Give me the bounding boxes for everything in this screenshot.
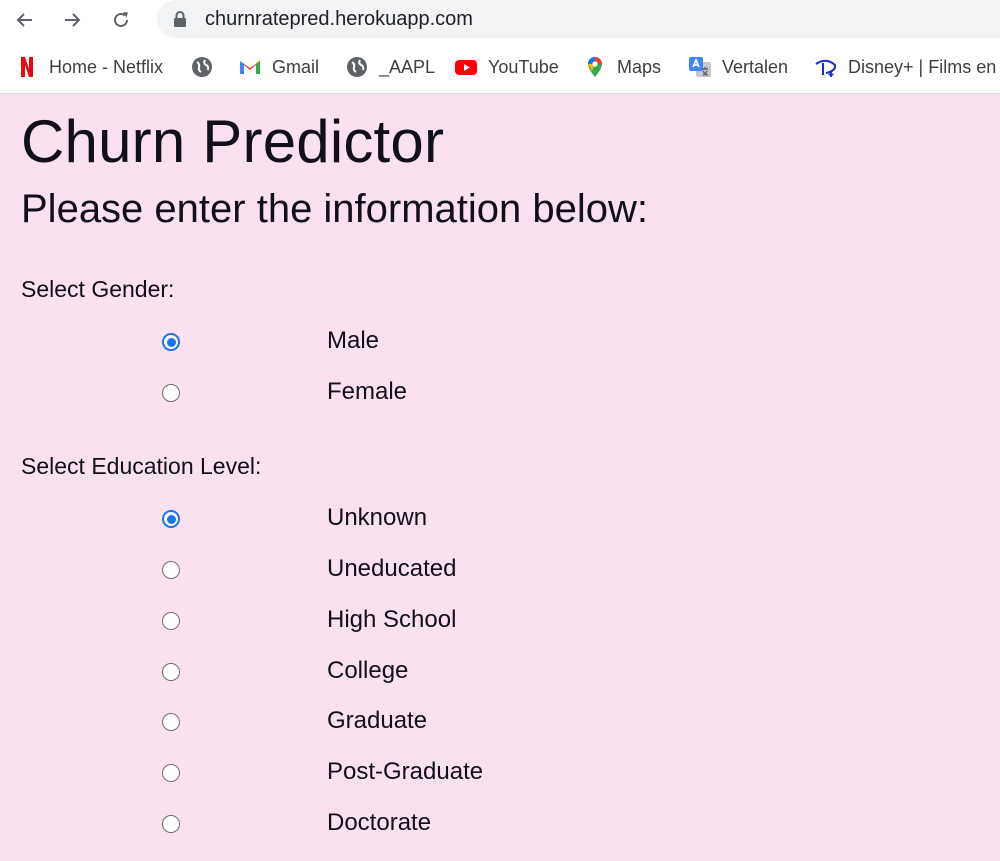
education-option-post-graduate[interactable]: Post-Graduate bbox=[0, 752, 700, 792]
arrow-left-icon bbox=[16, 13, 32, 27]
education-option-label: Graduate bbox=[327, 707, 428, 734]
education-radio-doctorate[interactable] bbox=[162, 815, 180, 833]
page-title-text: Churn Predictor bbox=[21, 108, 445, 175]
education-radio-graduate[interactable] bbox=[162, 713, 180, 731]
education-option-unknown[interactable]: Unknown bbox=[0, 498, 700, 538]
gender-option-male[interactable]: Male bbox=[0, 321, 700, 361]
bookmark-maps[interactable]: Maps bbox=[583, 54, 661, 80]
bookmark-netflix[interactable]: Home - Netflix bbox=[15, 54, 163, 80]
bookmark-globe[interactable] bbox=[190, 54, 224, 80]
gender-option-female[interactable]: Female bbox=[0, 372, 700, 412]
bookmark-aapl[interactable]: _AAPL bbox=[345, 54, 435, 80]
bookmark-label: Home - Netflix bbox=[49, 56, 164, 77]
education-option-college[interactable]: College bbox=[0, 651, 700, 691]
education-option-high-school[interactable]: High School bbox=[0, 600, 700, 640]
bookmark-disney-plus[interactable]: Disney+ | Films en bbox=[814, 54, 996, 80]
gmail-icon bbox=[238, 55, 262, 79]
bookmark-vertalen[interactable]: Vertalen bbox=[688, 54, 788, 80]
arrow-right-icon bbox=[65, 13, 81, 27]
education-radio-college[interactable] bbox=[162, 663, 180, 681]
netflix-icon bbox=[15, 55, 39, 79]
education-radio-unknown[interactable] bbox=[162, 510, 180, 528]
education-option-label: High School bbox=[327, 606, 457, 633]
education-option-label: College bbox=[327, 657, 409, 684]
disney-plus-icon bbox=[814, 55, 838, 79]
globe-icon bbox=[190, 55, 214, 79]
gender-option-label: Female bbox=[327, 378, 408, 405]
bookmark-label: YouTube bbox=[488, 56, 559, 77]
lock-icon bbox=[174, 11, 186, 27]
bookmark-gmail[interactable]: Gmail bbox=[238, 54, 319, 80]
education-option-label: Doctorate bbox=[327, 809, 432, 836]
reload-button[interactable] bbox=[105, 4, 137, 36]
education-option-uneducated[interactable]: Uneducated bbox=[0, 549, 700, 589]
youtube-icon bbox=[454, 55, 478, 79]
bookmark-label: Maps bbox=[617, 56, 662, 77]
education-radio-post-graduate[interactable] bbox=[162, 764, 180, 782]
gender-radio-male[interactable] bbox=[162, 333, 180, 351]
education-radio-high-school[interactable] bbox=[162, 612, 180, 630]
gender-option-label: Male bbox=[327, 327, 380, 354]
bookmark-label: _AAPL bbox=[379, 56, 436, 77]
gender-label: Select Gender: bbox=[21, 276, 175, 302]
globe-icon bbox=[345, 55, 369, 79]
url-text: churnratepred.herokuapp.com bbox=[205, 8, 473, 30]
translate-icon bbox=[688, 55, 712, 79]
education-option-label: Unknown bbox=[327, 504, 428, 531]
education-option-doctorate[interactable]: Doctorate bbox=[0, 803, 700, 843]
education-option-graduate[interactable]: Graduate bbox=[0, 701, 700, 741]
gender-radio-female[interactable] bbox=[162, 384, 180, 402]
maps-icon bbox=[583, 55, 607, 79]
page-subtitle: Please enter the information below: bbox=[21, 187, 649, 231]
education-option-label: Post-Graduate bbox=[327, 758, 484, 785]
forward-button[interactable] bbox=[56, 4, 88, 36]
education-radio-uneducated[interactable] bbox=[162, 561, 180, 579]
bookmark-label: Disney+ | Films en bbox=[848, 56, 997, 77]
address-bar[interactable]: churnratepred.herokuapp.com bbox=[157, 0, 1000, 38]
browser-toolbar: churnratepred.herokuapp.com bbox=[0, 0, 1000, 40]
page-content: Churn Predictor Please enter the informa… bbox=[0, 95, 1000, 861]
bookmark-label: Vertalen bbox=[722, 56, 789, 77]
education-option-label: Uneducated bbox=[327, 555, 457, 582]
bookmarks-bar: Home - Netflix Gmail _AAPL YouTube Maps … bbox=[0, 40, 1000, 94]
education-label: Select Education Level: bbox=[21, 453, 262, 479]
bookmark-label: Gmail bbox=[272, 56, 320, 77]
bookmark-youtube[interactable]: YouTube bbox=[454, 54, 559, 80]
back-button[interactable] bbox=[9, 4, 41, 36]
reload-icon bbox=[114, 12, 128, 27]
